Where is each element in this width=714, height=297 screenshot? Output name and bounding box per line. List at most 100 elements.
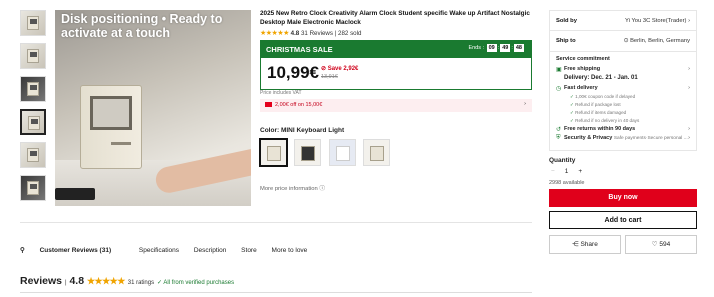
rating-line: ★★★★★ 4.8 31 Reviews | 282 sold xyxy=(260,29,361,37)
heart-icon: ♡ xyxy=(651,241,658,248)
wishlist-button[interactable]: ♡ 594 xyxy=(625,235,697,254)
retro-clock-image xyxy=(80,85,142,169)
divider-line xyxy=(20,222,532,223)
caption-line-1: Disk positioning • Ready to xyxy=(61,12,223,26)
tab-more-to-love[interactable]: More to love xyxy=(272,247,308,254)
clock-icon: ◷ xyxy=(556,86,562,92)
fast-delivery-point: Refund if no delivery in 40 days xyxy=(556,118,690,124)
more-price-info[interactable]: More price information ⓘ xyxy=(260,183,325,192)
truck-icon: ▣ xyxy=(556,67,562,73)
vat-note: Price includes VAT xyxy=(260,90,302,96)
ratings-count: 31 ratings xyxy=(127,280,155,286)
sale-label: CHRISTMAS SALE xyxy=(266,45,333,54)
star-rating-icon: ★★★★★ xyxy=(86,276,125,286)
caption-line-2: activate at a touch xyxy=(61,26,171,40)
chevron-right-icon: › xyxy=(524,101,526,107)
ship-to-value: ⊙ Berlin, Berlin, Germany xyxy=(623,38,690,44)
reviews-heading: Reviews | 4.8 ★★★★★ 31 ratings ✓ All fro… xyxy=(20,275,235,287)
service-commitment: Service commitment ▣ Free shipping › Del… xyxy=(549,52,697,151)
thumbnail-6[interactable] xyxy=(20,175,46,201)
thumbnail-5[interactable] xyxy=(20,142,46,168)
old-price: 13,91€ xyxy=(321,74,338,80)
fast-delivery-point: Refund if items damaged xyxy=(556,110,690,116)
fast-delivery-point: 1,00€ coupon code if delayed xyxy=(556,94,690,100)
countdown-seconds: 48 xyxy=(513,44,524,52)
chevron-right-icon: › xyxy=(688,135,690,141)
thumbnail-2[interactable] xyxy=(20,43,46,69)
security-privacy-item[interactable]: ⛨ Security & Privacy Safe payments·Secur… xyxy=(556,135,690,141)
thumbnail-3[interactable] xyxy=(20,76,46,102)
divider: | xyxy=(334,30,337,37)
divider-line xyxy=(20,292,532,293)
ship-to-row[interactable]: Ship to ⊙ Berlin, Berlin, Germany xyxy=(549,31,697,52)
shield-icon: ⛨ xyxy=(556,135,561,141)
quantity-label: Quantity xyxy=(549,157,576,164)
phone-image xyxy=(55,188,95,200)
countdown: Ends : 09:49:48 xyxy=(468,44,524,52)
tab-specifications[interactable]: Specifications xyxy=(139,247,179,254)
swatch-3[interactable] xyxy=(328,139,356,166)
sold-by-label: Sold by xyxy=(556,17,577,24)
price: 10,99€ xyxy=(267,63,319,82)
countdown-label: Ends : xyxy=(468,45,485,51)
reviews-link[interactable]: 31 Reviews xyxy=(301,30,333,37)
color-swatches xyxy=(259,138,393,171)
pin-icon: ⚲ xyxy=(20,247,25,254)
purchase-sidebar: Sold by Yi You 3C Store(Trader) › Ship t… xyxy=(549,10,697,254)
star-rating-icon: ★★★★★ xyxy=(260,30,289,37)
tab-store[interactable]: Store xyxy=(241,247,257,254)
rating-score: 4.8 xyxy=(290,30,300,37)
fast-delivery-item[interactable]: ◷ Fast delivery › xyxy=(556,85,690,92)
save-amount: ⊘ Save 2,92€ xyxy=(321,66,359,72)
sale-box: CHRISTMAS SALE Ends : 09:49:48 10,99€ ⊘ … xyxy=(260,40,532,90)
location-pin-icon: ⊙ xyxy=(623,38,629,44)
info-icon: ⓘ xyxy=(319,186,326,192)
thumbnail-1[interactable] xyxy=(20,10,46,36)
chevron-right-icon: › xyxy=(688,66,690,72)
buy-now-button[interactable]: Buy now xyxy=(549,189,697,207)
free-shipping-item[interactable]: ▣ Free shipping › xyxy=(556,66,690,73)
reviews-score: 4.8 xyxy=(69,275,85,287)
sold-by-row[interactable]: Sold by Yi You 3C Store(Trader) › xyxy=(549,10,697,31)
chevron-right-icon: › xyxy=(688,85,690,91)
coupon-icon xyxy=(265,102,272,108)
share-row: ⋲ Share ♡ 594 xyxy=(549,235,697,254)
tab-description[interactable]: Description xyxy=(194,247,227,254)
tab-reviews[interactable]: ⚲ Customer Reviews (31) xyxy=(20,247,124,254)
coupon-text: 2,00€ off on 15,00€ xyxy=(275,102,323,108)
add-to-cart-button[interactable]: Add to cart xyxy=(549,211,697,229)
fast-delivery-point: Refund if package lost xyxy=(556,102,690,108)
decrease-button[interactable]: − xyxy=(551,168,555,175)
countdown-minutes: 49 xyxy=(500,44,511,52)
share-icon: ⋲ xyxy=(572,241,579,248)
thumbnail-list xyxy=(20,10,47,208)
increase-button[interactable]: + xyxy=(578,168,582,175)
image-caption: Disk positioning • Ready to activate at … xyxy=(61,12,222,40)
sale-header: CHRISTMAS SALE Ends : 09:49:48 xyxy=(261,41,531,58)
thumbnail-4[interactable] xyxy=(20,109,46,135)
quantity-stepper: − 1 + xyxy=(549,168,697,175)
free-returns-item[interactable]: ↺ Free returns within 90 days › xyxy=(556,126,690,133)
product-tabs: ⚲ Customer Reviews (31) Specifications D… xyxy=(20,246,320,254)
sold-count: 282 sold xyxy=(338,30,362,37)
chevron-right-icon: › xyxy=(688,126,690,132)
service-commitment-title: Service commitment xyxy=(556,56,610,62)
price-row: 10,99€ ⊘ Save 2,92€ 13,91€ xyxy=(261,58,531,88)
product-title: 2025 New Retro Clock Creativity Alarm Cl… xyxy=(260,10,530,26)
reviews-title: Reviews xyxy=(20,275,63,287)
verified-note: ✓ All from verified purchases xyxy=(157,280,235,286)
return-icon: ↺ xyxy=(556,127,562,133)
delivery-date: Delivery: Dec. 21 - Jan. 01 xyxy=(564,75,638,81)
swatch-mini-keyboard-light[interactable] xyxy=(259,138,288,167)
sold-by-value: Yi You 3C Store(Trader) › xyxy=(625,17,690,24)
available-count: 2998 available xyxy=(549,180,585,186)
main-product-image[interactable]: Disk positioning • Ready to activate at … xyxy=(55,10,251,206)
color-label: Color: MINI Keyboard Light xyxy=(260,127,345,134)
countdown-hours: 09 xyxy=(486,44,497,52)
ship-to-label: Ship to xyxy=(556,38,576,44)
quantity-value[interactable]: 1 xyxy=(565,168,569,175)
coupon-banner[interactable]: 2,00€ off on 15,00€ › xyxy=(260,99,532,112)
share-button[interactable]: ⋲ Share xyxy=(549,235,621,254)
swatch-2[interactable] xyxy=(294,139,322,166)
swatch-4[interactable] xyxy=(363,139,391,166)
